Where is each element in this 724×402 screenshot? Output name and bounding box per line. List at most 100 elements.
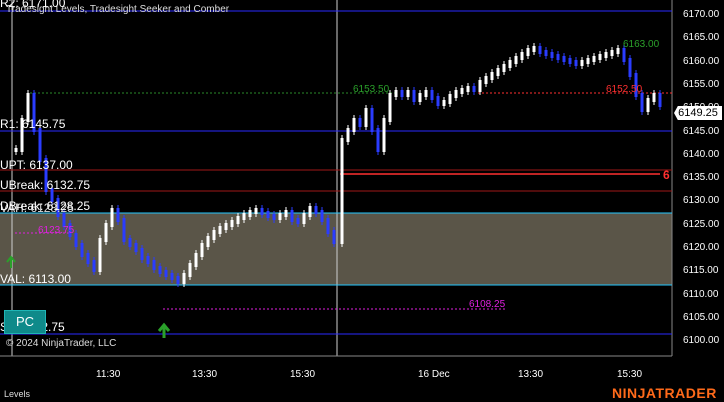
candle-body <box>110 208 114 227</box>
candle-body <box>260 208 264 215</box>
candle-body <box>158 266 162 274</box>
candle-body <box>176 276 180 284</box>
x-axis-tick: 15:30 <box>617 369 643 380</box>
candle-body <box>412 90 416 102</box>
candle-body <box>254 208 258 214</box>
r1-label: R1: 6145.75 <box>0 117 66 131</box>
candle-body <box>116 208 120 222</box>
candle-body <box>508 60 512 68</box>
candle-body <box>646 98 650 112</box>
candle-body <box>170 273 174 280</box>
candle-body <box>526 48 530 56</box>
y-axis-tick: 6170.00 <box>683 9 720 20</box>
candle-body <box>652 93 656 102</box>
annotation-bottom-mid: 6108.25 <box>469 299 506 310</box>
y-axis-tick: 6135.00 <box>683 172 720 184</box>
candle-body <box>302 213 306 224</box>
candle-body <box>502 64 506 72</box>
candle-body <box>98 238 102 272</box>
pc-button[interactable]: PC <box>4 310 46 334</box>
y-axis-tick: 6125.00 <box>683 218 720 230</box>
y-axis-tick: 6100.00 <box>683 335 720 347</box>
candle-body <box>496 68 500 76</box>
x-axis-tick: 15:30 <box>290 369 316 380</box>
candle-body <box>382 118 386 152</box>
candle-body <box>86 253 90 264</box>
candle-body <box>550 52 554 58</box>
candle-body <box>364 108 368 127</box>
candle-body <box>514 56 518 64</box>
candle-body <box>442 100 446 106</box>
candle-body <box>484 76 488 84</box>
candle-body <box>134 243 138 252</box>
candle-body <box>376 128 380 152</box>
candle-body <box>242 213 246 220</box>
candle-body <box>38 128 42 162</box>
candle-body <box>430 90 434 100</box>
val-label: VAL: 6113.00 <box>0 272 71 286</box>
candle-body <box>574 60 578 66</box>
candle-body <box>332 230 336 244</box>
candle-body <box>314 206 318 214</box>
y-axis-tick: 6105.00 <box>683 311 720 323</box>
ninjatrader-logo: NINJATRADER <box>612 385 717 401</box>
candle-body <box>592 56 596 62</box>
current-price-tag: 6149.25 <box>674 106 722 120</box>
candle-body <box>532 46 536 52</box>
candle-body <box>266 211 270 218</box>
y-axis-tick: 6145.00 <box>683 125 720 137</box>
candle-body <box>346 128 350 142</box>
y-axis-tick: 6115.00 <box>683 265 719 277</box>
candle-body <box>296 218 300 224</box>
candle-body <box>284 210 288 217</box>
candle-body <box>146 256 150 264</box>
candle-body <box>562 56 566 62</box>
candle-body <box>218 226 222 234</box>
candle-body <box>628 58 632 77</box>
candle-body <box>326 218 330 234</box>
copyright-text: © 2024 NinjaTrader, LLC <box>6 338 117 349</box>
candle-body <box>454 90 458 98</box>
annotation-right-red: 6152.50 <box>606 84 643 95</box>
candle-body <box>122 218 126 242</box>
candle-body <box>580 60 584 66</box>
candle-body <box>188 263 192 277</box>
candle-body <box>340 138 344 244</box>
y-axis-tick: 6165.00 <box>683 32 720 44</box>
candle-body <box>200 243 204 257</box>
y-axis-tick: 6130.00 <box>683 195 720 207</box>
candle-body <box>182 273 186 284</box>
candle-body <box>248 210 252 217</box>
y-axis-tick: 6120.00 <box>683 242 720 253</box>
candle-body <box>272 214 276 220</box>
candle-body <box>104 223 108 242</box>
candle-body <box>478 80 482 92</box>
candle-body <box>92 260 96 272</box>
candle-body <box>394 90 398 97</box>
candle-body <box>406 90 410 97</box>
annotation-top-right-green: 6163.00 <box>623 39 660 50</box>
chart-tab-label[interactable]: Levels <box>4 389 30 399</box>
candle-body <box>388 93 392 122</box>
candle-body <box>424 90 428 97</box>
y-axis-tick: 6160.00 <box>683 55 720 67</box>
annotation-right-green: 6153.50 <box>353 84 390 95</box>
candle-body <box>400 90 404 97</box>
candle-body <box>212 230 216 240</box>
r2-label: R2: 6171.00 <box>0 0 66 10</box>
candle-body <box>586 58 590 64</box>
candle-body <box>556 54 560 60</box>
candle-body <box>308 206 312 217</box>
x-axis-tick: 16 Dec <box>418 369 450 380</box>
candle-body <box>520 52 524 60</box>
ubreak-label: UBreak: 6132.75 <box>0 178 91 192</box>
candle-body <box>448 94 452 104</box>
candle-body <box>74 233 78 247</box>
candle-body <box>164 270 168 277</box>
x-axis-tick: 13:30 <box>192 369 218 380</box>
candle-body <box>370 108 374 132</box>
candle-body <box>610 50 614 56</box>
candle-body <box>352 118 356 132</box>
candle-body <box>290 210 294 222</box>
candle-body <box>80 243 84 257</box>
